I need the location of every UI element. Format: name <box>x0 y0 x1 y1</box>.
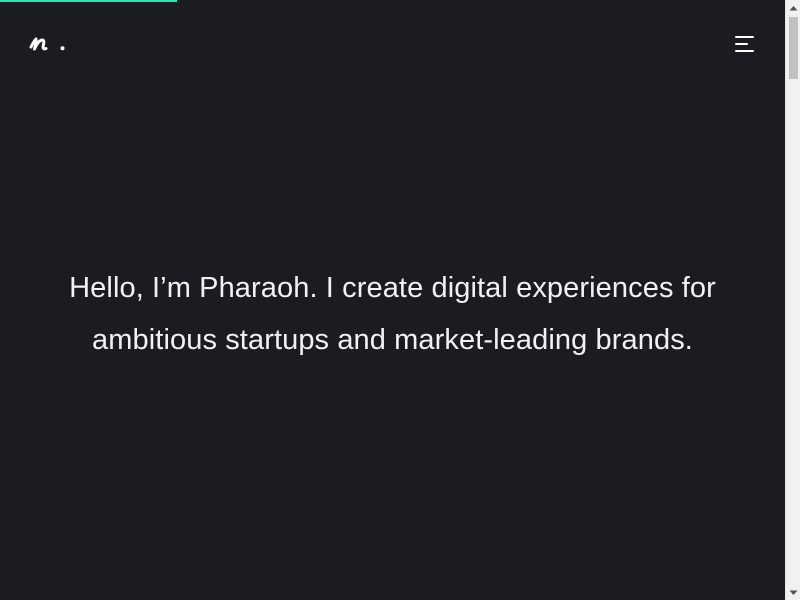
page: Hello, I’m Pharaoh. I create digital exp… <box>0 0 785 600</box>
scroll-progress-fill <box>0 0 177 2</box>
hamburger-menu-icon <box>735 36 754 38</box>
logo-mark-icon <box>29 37 65 51</box>
menu-button[interactable] <box>733 34 757 54</box>
scroll-down-arrow-icon[interactable] <box>786 585 800 600</box>
scrollbar-thumb[interactable] <box>789 17 798 79</box>
hamburger-line <box>735 50 754 52</box>
scroll-progress-bar <box>0 0 785 2</box>
logo[interactable] <box>28 30 68 56</box>
hamburger-line <box>735 43 748 45</box>
scroll-up-arrow-icon[interactable] <box>786 0 800 15</box>
hero-intro-text: Hello, I’m Pharaoh. I create digital exp… <box>69 272 716 356</box>
vertical-scrollbar[interactable] <box>785 0 800 600</box>
